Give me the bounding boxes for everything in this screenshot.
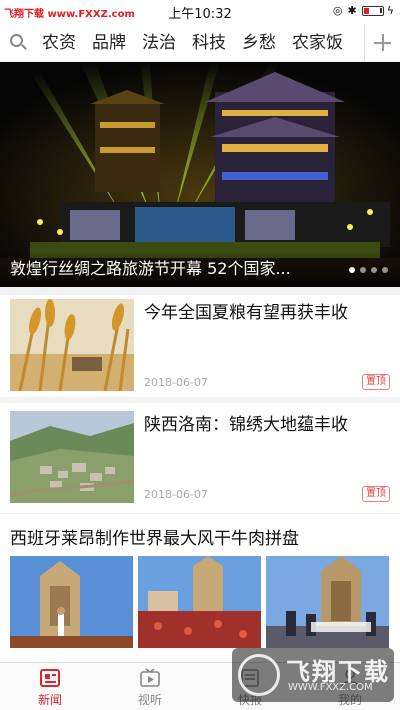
category-tab[interactable]: 农资 xyxy=(34,24,84,62)
battery-icon xyxy=(361,5,384,16)
watermark-logo: 飞翔下载 WWW.FXXZ.COM xyxy=(232,648,394,702)
gallery-news-item[interactable]: 西班牙莱昂制作世界最大风干牛肉拼盘 xyxy=(0,510,400,662)
category-tab[interactable]: 乡愁 xyxy=(234,24,284,62)
news-list-item[interactable]: 今年全国夏粮有望再获丰收 2018-06-07 置顶 xyxy=(0,290,400,402)
carousel-dot[interactable] xyxy=(371,267,377,273)
bluetooth-icon: ✱ xyxy=(347,4,357,17)
news-thumbnail xyxy=(10,411,134,503)
gallery-image[interactable] xyxy=(266,556,389,648)
news-date: 2018-06-07 xyxy=(144,488,208,501)
watermark-url: WWW.FXXZ.COM xyxy=(288,682,373,693)
tab-news[interactable]: 新闻 xyxy=(0,663,100,710)
hero-title[interactable]: 敦煌行丝绸之路旅游节开幕 52个国家... xyxy=(10,255,291,279)
add-category-icon[interactable] xyxy=(364,23,400,62)
carousel-dot[interactable] xyxy=(349,267,355,273)
category-tab[interactable]: 品牌 xyxy=(84,24,134,62)
carousel-dot[interactable] xyxy=(360,267,366,273)
category-tab[interactable]: 农家饭 xyxy=(284,24,351,62)
status-bar: 飞翔下载 www.FXXZ.com 上午10:32 ◎ ✱ ϟ xyxy=(0,0,400,24)
watermark-circle-icon xyxy=(238,654,280,696)
news-title: 今年全国夏粮有望再获丰收 xyxy=(144,303,348,323)
pinned-badge: 置顶 xyxy=(362,374,390,390)
tv-icon xyxy=(140,668,160,687)
location-icon: ◎ xyxy=(332,4,343,17)
category-list: 农资 品牌 法治 科技 乡愁 农家饭 xyxy=(34,24,364,62)
news-title: 陕西洛南：锦绣大地蕴丰收 xyxy=(144,415,348,435)
search-icon[interactable] xyxy=(0,24,34,62)
carousel-dot[interactable] xyxy=(382,267,388,273)
tab-video[interactable]: 视听 xyxy=(100,663,200,710)
news-thumbnail xyxy=(10,299,134,391)
hero-banner[interactable]: 敦煌行丝绸之路旅游节开幕 52个国家... xyxy=(0,62,400,287)
category-tab[interactable]: 法治 xyxy=(134,24,184,62)
tab-label: 新闻 xyxy=(37,693,62,707)
gallery-image[interactable] xyxy=(138,556,261,648)
gallery-image[interactable] xyxy=(10,556,133,648)
tab-label: 视听 xyxy=(137,693,162,707)
category-bar: 农资 品牌 法治 科技 乡愁 农家饭 xyxy=(0,23,400,62)
carousel-indicator xyxy=(349,267,388,273)
pinned-badge: 置顶 xyxy=(362,486,390,502)
news-icon xyxy=(40,669,60,687)
news-date: 2018-06-07 xyxy=(144,376,208,389)
category-tab[interactable]: 科技 xyxy=(184,24,234,62)
charging-icon: ϟ xyxy=(386,4,394,17)
gallery-title: 西班牙莱昂制作世界最大风干牛肉拼盘 xyxy=(10,529,299,549)
news-list-item[interactable]: 陕西洛南：锦绣大地蕴丰收 2018-06-07 置顶 xyxy=(0,402,400,514)
status-icons: ◎ ✱ ϟ xyxy=(333,4,394,17)
